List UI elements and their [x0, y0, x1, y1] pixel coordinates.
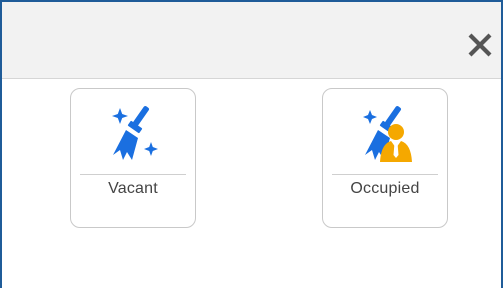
occupied-label: Occupied — [350, 180, 420, 197]
vacant-label: Vacant — [108, 180, 158, 197]
card-divider — [80, 174, 186, 175]
dialog-header — [2, 2, 501, 79]
occupied-option-button[interactable]: Occupied — [322, 88, 448, 228]
close-button[interactable] — [466, 31, 494, 59]
vacant-option-button[interactable]: Vacant — [70, 88, 196, 228]
room-status-dialog: Vacant Occupied — [0, 0, 503, 288]
broom-sparkle-icon — [102, 102, 166, 166]
close-icon — [468, 33, 492, 57]
card-divider — [332, 174, 438, 175]
broom-person-icon — [354, 102, 418, 166]
